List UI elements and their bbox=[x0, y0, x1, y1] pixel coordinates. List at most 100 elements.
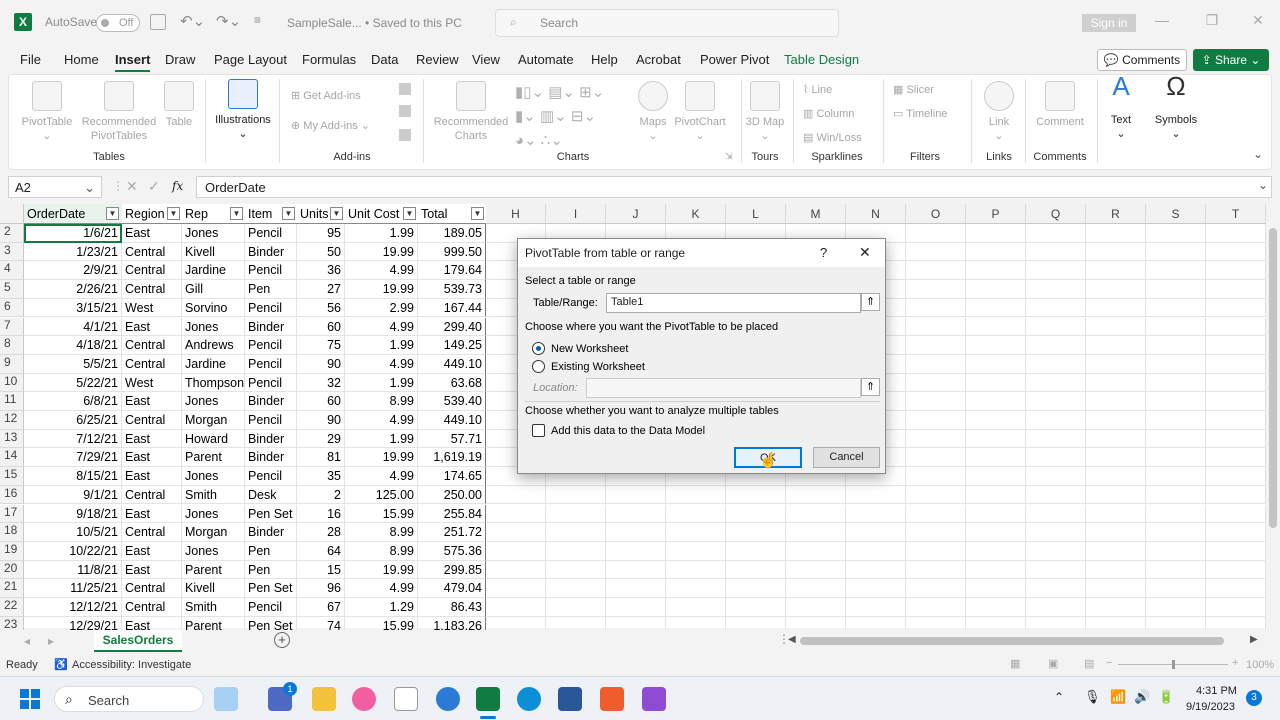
empty-cell[interactable] bbox=[1026, 598, 1086, 617]
taskbar-search[interactable]: ⌕ Search bbox=[54, 686, 204, 712]
empty-cell[interactable] bbox=[1086, 504, 1146, 524]
empty-cell[interactable] bbox=[1146, 354, 1206, 374]
empty-cell[interactable] bbox=[546, 560, 606, 580]
empty-cell[interactable] bbox=[1146, 280, 1206, 299]
empty-cell[interactable] bbox=[1206, 336, 1266, 355]
empty-cell[interactable] bbox=[966, 467, 1026, 486]
table-cell[interactable]: 90 bbox=[297, 411, 345, 430]
empty-cell[interactable] bbox=[666, 598, 726, 617]
zoom-slider-thumb[interactable] bbox=[1172, 660, 1175, 669]
table-cell[interactable]: 149.25 bbox=[418, 336, 486, 355]
empty-cell[interactable] bbox=[1146, 467, 1206, 486]
table-cell[interactable]: Pencil bbox=[245, 354, 297, 374]
table-cell[interactable]: 299.40 bbox=[418, 317, 486, 337]
empty-cell[interactable] bbox=[1086, 448, 1146, 468]
empty-cell[interactable] bbox=[486, 598, 546, 617]
column-header[interactable]: L bbox=[726, 204, 786, 224]
column-header[interactable]: O bbox=[906, 204, 966, 224]
table-cell[interactable]: West bbox=[122, 298, 182, 318]
table-cell[interactable]: 36 bbox=[297, 261, 345, 281]
row-header[interactable]: 8 bbox=[0, 336, 24, 355]
existing-worksheet-radio[interactable] bbox=[532, 360, 545, 373]
empty-cell[interactable] bbox=[486, 485, 546, 505]
table-cell[interactable]: Jones bbox=[182, 504, 245, 524]
empty-cell[interactable] bbox=[1206, 280, 1266, 299]
horizontal-scroll-thumb[interactable] bbox=[800, 637, 1224, 645]
empty-cell[interactable] bbox=[906, 523, 966, 542]
empty-cell[interactable] bbox=[606, 523, 666, 542]
table-cell[interactable]: 7/12/21 bbox=[24, 429, 122, 449]
music-app-icon[interactable] bbox=[352, 687, 376, 711]
redo-icon[interactable]: ↷⌄ bbox=[216, 12, 241, 30]
table-cell[interactable]: Central bbox=[122, 579, 182, 598]
undo-icon[interactable]: ↶⌄ bbox=[180, 12, 205, 30]
empty-cell[interactable] bbox=[726, 504, 786, 524]
table-cell[interactable]: 57.71 bbox=[418, 429, 486, 449]
empty-cell[interactable] bbox=[906, 485, 966, 505]
table-cell[interactable]: Jones bbox=[182, 224, 245, 243]
empty-cell[interactable] bbox=[966, 429, 1026, 449]
table-cell[interactable]: 9/1/21 bbox=[24, 485, 122, 505]
table-cell[interactable]: Central bbox=[122, 354, 182, 374]
get-addins-button[interactable]: ⊞ Get Add-ins bbox=[291, 89, 361, 102]
row-header[interactable]: 7 bbox=[0, 317, 24, 337]
empty-cell[interactable] bbox=[1146, 224, 1206, 243]
table-cell[interactable]: Pencil bbox=[245, 224, 297, 243]
empty-cell[interactable] bbox=[606, 485, 666, 505]
empty-cell[interactable] bbox=[1026, 336, 1086, 355]
empty-cell[interactable] bbox=[1206, 579, 1266, 598]
empty-cell[interactable] bbox=[666, 579, 726, 598]
table-cell[interactable]: 28 bbox=[297, 523, 345, 542]
header-rep[interactable]: Rep ▼ bbox=[182, 204, 245, 224]
recommended-charts-button[interactable]: Recommended Charts bbox=[429, 81, 513, 143]
empty-cell[interactable] bbox=[1026, 523, 1086, 542]
empty-cell[interactable] bbox=[966, 261, 1026, 281]
table-cell[interactable]: 1.99 bbox=[345, 336, 418, 355]
row-header[interactable]: 4 bbox=[0, 261, 24, 281]
empty-cell[interactable] bbox=[726, 541, 786, 561]
empty-cell[interactable] bbox=[1086, 392, 1146, 411]
empty-cell[interactable] bbox=[966, 560, 1026, 580]
zoom-in-icon[interactable]: + bbox=[1232, 657, 1238, 669]
table-cell[interactable]: Binder bbox=[245, 242, 297, 262]
empty-cell[interactable] bbox=[726, 560, 786, 580]
save-icon[interactable] bbox=[150, 14, 166, 30]
column-header[interactable]: P bbox=[966, 204, 1026, 224]
table-cell[interactable]: Kivell bbox=[182, 242, 245, 262]
maps-button[interactable]: Maps ⌄ bbox=[633, 81, 673, 143]
empty-cell[interactable] bbox=[1086, 242, 1146, 262]
tab-review[interactable]: Review bbox=[416, 52, 459, 67]
empty-cell[interactable] bbox=[1086, 523, 1146, 542]
close-icon[interactable]: ✕ bbox=[859, 244, 871, 261]
empty-cell[interactable] bbox=[1026, 448, 1086, 468]
tab-formulas[interactable]: Formulas bbox=[302, 52, 356, 67]
table-cell[interactable]: Jones bbox=[182, 467, 245, 486]
empty-cell[interactable] bbox=[546, 579, 606, 598]
my-addins-button[interactable]: ⊕ My Add-ins ⌄ bbox=[291, 119, 370, 132]
empty-cell[interactable] bbox=[906, 298, 966, 318]
table-cell[interactable]: Pencil bbox=[245, 467, 297, 486]
table-cell[interactable]: Morgan bbox=[182, 523, 245, 542]
table-cell[interactable]: Pen bbox=[245, 541, 297, 561]
new-worksheet-label[interactable]: New Worksheet bbox=[551, 343, 628, 355]
empty-cell[interactable] bbox=[486, 523, 546, 542]
table-cell[interactable]: 3/15/21 bbox=[24, 298, 122, 318]
table-cell[interactable]: 189.05 bbox=[418, 224, 486, 243]
table-cell[interactable]: Gill bbox=[182, 280, 245, 299]
table-cell[interactable]: 95 bbox=[297, 224, 345, 243]
table-cell[interactable]: Central bbox=[122, 261, 182, 281]
table-cell[interactable]: 27 bbox=[297, 280, 345, 299]
bing-maps-icon[interactable] bbox=[399, 105, 411, 117]
notepad-icon[interactable] bbox=[394, 687, 418, 711]
empty-cell[interactable] bbox=[786, 541, 846, 561]
table-cell[interactable]: 60 bbox=[297, 392, 345, 411]
empty-cell[interactable] bbox=[786, 579, 846, 598]
table-cell[interactable]: 86.43 bbox=[418, 598, 486, 617]
table-cell[interactable]: 4.99 bbox=[345, 261, 418, 281]
table-cell[interactable]: East bbox=[122, 392, 182, 411]
empty-cell[interactable] bbox=[966, 598, 1026, 617]
empty-cell[interactable] bbox=[1146, 541, 1206, 561]
empty-cell[interactable] bbox=[1086, 429, 1146, 449]
empty-cell[interactable] bbox=[846, 504, 906, 524]
table-cell[interactable]: 479.04 bbox=[418, 579, 486, 598]
